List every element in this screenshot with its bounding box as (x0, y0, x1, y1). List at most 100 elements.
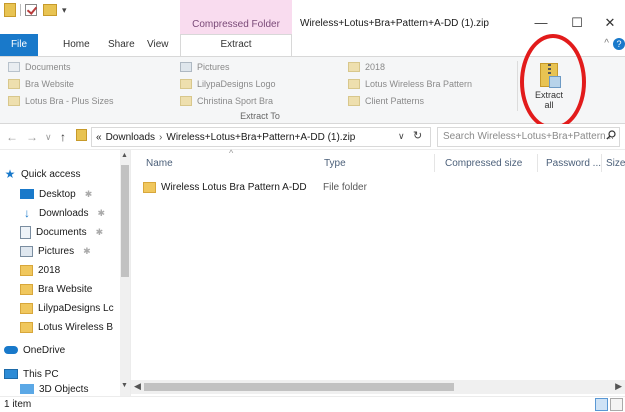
breadcrumb-downloads[interactable]: Downloads (106, 132, 155, 143)
tab-extract[interactable]: Extract (180, 34, 292, 56)
properties-icon[interactable] (25, 4, 37, 16)
address-dropdown-icon[interactable]: ∨ (398, 131, 405, 142)
ribbon-extract-panel: Documents Bra Website Lotus Bra - Plus S… (0, 56, 625, 124)
search-box[interactable]: Search Wireless+Lotus+Bra+Pattern... (437, 127, 620, 147)
title-bar: ▾ Compressed Folder Tools Wireless+Lotus… (0, 0, 625, 48)
extract-to-lilypadesigns-logo[interactable]: LilypaDesigns Logo (180, 77, 276, 91)
column-header-compressed-size[interactable]: Compressed size (445, 158, 522, 169)
nav-item-lotus-wireless[interactable]: Lotus Wireless B (20, 317, 120, 337)
extract-to-2018[interactable]: 2018 (348, 60, 385, 74)
window-title: Wireless+Lotus+Bra+Pattern+A-DD (1).zip (300, 18, 489, 29)
folder-icon (8, 96, 20, 106)
forward-arrow-icon[interactable]: → (26, 130, 38, 144)
extract-to-lotus-bra-plus-sizes[interactable]: Lotus Bra - Plus Sizes (8, 94, 114, 108)
folder-icon (348, 62, 360, 72)
pictures-icon (20, 245, 33, 257)
quick-access-toolbar: ▾ (4, 3, 67, 17)
context-tab-strip (180, 0, 292, 16)
nav-item-onedrive[interactable]: OneDrive (4, 340, 124, 360)
nav-item-lilypadesigns[interactable]: LilypaDesigns Lc (20, 298, 120, 318)
table-row[interactable]: Wireless Lotus Bra Pattern A-DD File fol… (143, 178, 603, 196)
column-header-size[interactable]: Size (606, 158, 625, 169)
column-divider[interactable] (601, 154, 602, 172)
tab-file[interactable]: File (0, 34, 38, 56)
sort-ascending-icon: ^ (229, 148, 234, 158)
file-list: Name ^ Type Compressed size Password ...… (131, 148, 625, 380)
cloud-icon (4, 346, 18, 354)
star-icon: ★ (4, 167, 16, 181)
horizontal-scroll-thumb[interactable] (144, 383, 454, 391)
extract-to-lotus-wireless-bra-pattern[interactable]: Lotus Wireless Bra Pattern (348, 77, 472, 91)
document-icon (20, 225, 31, 239)
folder-icon (20, 321, 33, 333)
recent-locations-icon[interactable]: ∨ (45, 132, 52, 143)
details-view-icon[interactable] (595, 398, 608, 411)
file-list-horizontal-scrollbar[interactable]: ◀ ▶ (131, 380, 625, 394)
extract-to-christina-sport-bra[interactable]: Christina Sport Bra (180, 94, 273, 108)
tab-share[interactable]: Share (108, 34, 135, 56)
folder-icon (20, 264, 33, 276)
extract-all-button[interactable]: Extract all (527, 61, 571, 117)
address-bar-row: ← → ∨ ↑ « Downloads › Wireless+Lotus+Bra… (0, 124, 625, 150)
refresh-icon[interactable]: ↻ (413, 129, 422, 142)
nav-item-this-pc[interactable]: This PC (4, 364, 124, 384)
nav-vertical-scrollbar[interactable]: ▲ ▼ (120, 150, 130, 396)
file-name: Wireless Lotus Bra Pattern A-DD (161, 181, 307, 193)
breadcrumb[interactable]: « Downloads › Wireless+Lotus+Bra+Pattern… (91, 127, 431, 147)
close-button[interactable]: ✕ (595, 14, 625, 32)
nav-scroll-thumb[interactable] (121, 165, 129, 277)
column-divider[interactable] (434, 154, 435, 172)
pin-icon: ✱ (97, 207, 106, 218)
status-bar: 1 item (0, 396, 625, 412)
extract-to-bra-website[interactable]: Bra Website (8, 77, 74, 91)
search-placeholder: Search Wireless+Lotus+Bra+Pattern... (443, 131, 614, 142)
document-icon (8, 62, 20, 72)
3d-objects-icon (20, 384, 34, 394)
folder-icon (180, 96, 192, 106)
new-folder-icon[interactable] (43, 4, 57, 16)
collapse-ribbon-icon[interactable]: ^ (604, 38, 609, 49)
back-arrow-icon[interactable]: ← (6, 130, 18, 144)
pictures-icon (180, 62, 192, 72)
pc-icon (4, 369, 18, 379)
extract-all-label-line1: Extract (534, 90, 563, 100)
breadcrumb-overflow[interactable]: « (96, 132, 102, 143)
folder-icon (8, 79, 20, 89)
navigation-pane: ★ Quick access Desktop ✱ ↓ Downloads ✱ Docum… (0, 150, 131, 396)
zip-extract-icon (540, 63, 561, 88)
breadcrumb-current[interactable]: Wireless+Lotus+Bra+Pattern+A-DD (1).zip (166, 132, 355, 143)
up-arrow-icon[interactable]: ↑ (60, 130, 66, 144)
folder-icon (20, 283, 33, 295)
help-icon[interactable]: ? (613, 38, 625, 50)
column-divider[interactable] (537, 154, 538, 172)
scroll-up-icon[interactable]: ▲ (121, 152, 128, 159)
nav-item-quick-access[interactable]: ★ Quick access (4, 164, 124, 184)
column-header-name[interactable]: Name (146, 158, 173, 169)
column-header-password[interactable]: Password ... (546, 158, 601, 169)
tab-view[interactable]: View (147, 34, 169, 56)
pin-icon: ✱ (84, 188, 93, 199)
minimize-button[interactable]: — (526, 14, 556, 32)
tab-home[interactable]: Home (63, 34, 90, 56)
item-count: 1 item (4, 399, 32, 410)
extract-to-pictures[interactable]: Pictures (180, 60, 230, 74)
pin-icon: ✱ (83, 245, 91, 256)
column-header-type[interactable]: Type (324, 158, 346, 169)
ribbon-divider (517, 61, 518, 111)
extract-to-client-patterns[interactable]: Client Patterns (348, 94, 424, 108)
extract-to-documents[interactable]: Documents (8, 60, 71, 74)
search-icon (606, 130, 616, 140)
folder-icon (143, 181, 156, 193)
ribbon-tabs: File Home Share View Extract ^ ? (0, 34, 625, 56)
folder-icon (4, 3, 16, 17)
scroll-right-icon[interactable]: ▶ (615, 381, 622, 392)
scroll-left-icon[interactable]: ◀ (134, 381, 141, 392)
maximize-button[interactable]: ☐ (562, 14, 592, 32)
scroll-down-icon[interactable]: ▼ (121, 382, 128, 389)
breadcrumb-separator: › (159, 131, 163, 143)
large-icons-view-icon[interactable] (610, 398, 623, 411)
location-folder-icon (76, 129, 87, 144)
download-icon: ↓ (24, 206, 30, 220)
customize-toolbar-icon[interactable]: ▾ (62, 5, 67, 16)
folder-icon (20, 302, 33, 314)
